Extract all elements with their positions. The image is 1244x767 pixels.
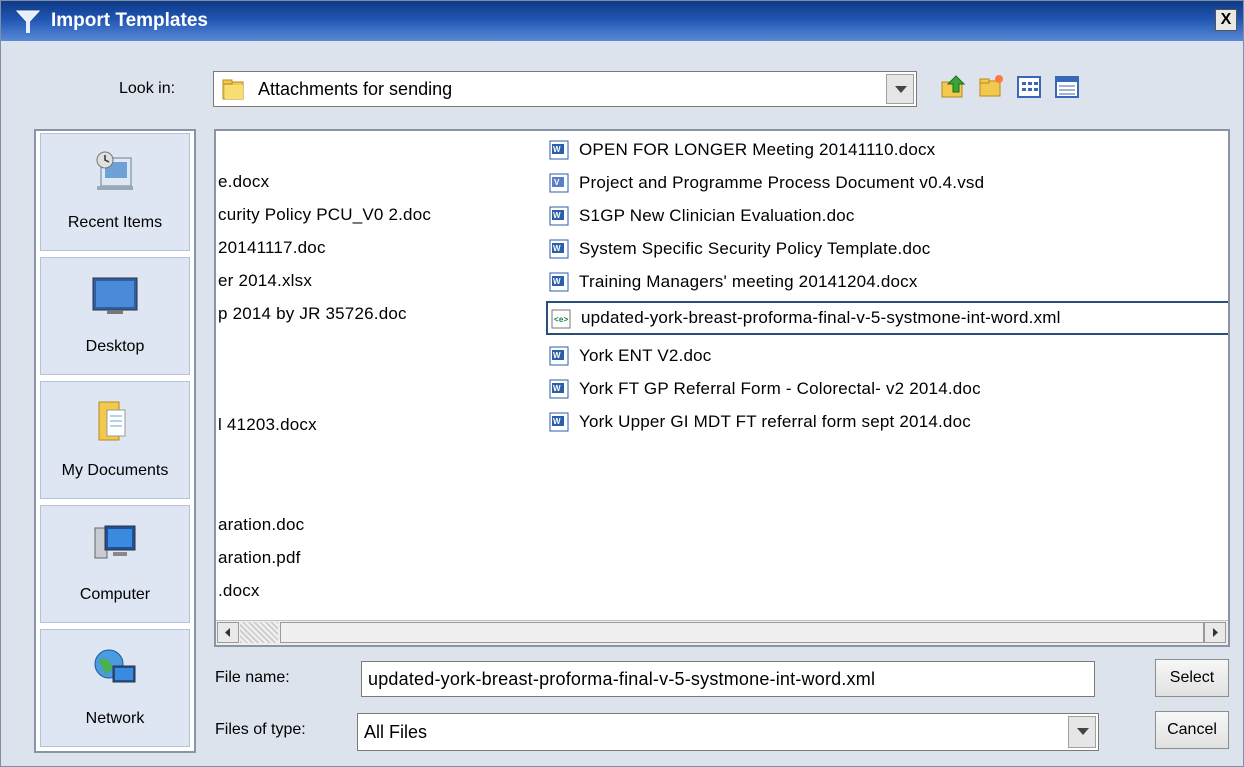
svg-text:W: W (553, 277, 561, 286)
horizontal-scrollbar[interactable] (216, 620, 1228, 645)
new-folder-button[interactable] (977, 72, 1007, 102)
my-documents-icon (98, 401, 126, 441)
svg-text:W: W (553, 145, 561, 154)
place-label: My Documents (61, 462, 169, 479)
file-name: Project and Programme Process Document v… (579, 173, 985, 192)
app-icon (15, 10, 41, 33)
file-name: p 2014 by JR 35726.doc (218, 304, 407, 323)
place-label: Recent Items (67, 214, 163, 231)
file-item[interactable]: l 41203.docx (218, 412, 317, 438)
file-name: curity Policy PCU_V0 2.doc (218, 205, 432, 224)
file-name: York FT GP Referral Form - Colorectal- v… (579, 379, 981, 398)
place-recent-items[interactable]: Recent Items (40, 133, 190, 251)
look-in-value: Attachments for sending (258, 79, 453, 99)
scroll-left-button[interactable] (217, 622, 239, 643)
svg-text:W: W (553, 384, 561, 393)
title-bar[interactable]: Import Templates X (1, 1, 1243, 41)
file-item[interactable]: er 2014.xlsx (218, 268, 312, 294)
details-view-button[interactable] (1053, 72, 1083, 102)
select-button[interactable]: Select (1155, 659, 1229, 697)
place-desktop[interactable]: Desktop (40, 257, 190, 375)
file-name: 20141117.doc (218, 238, 326, 257)
place-network[interactable]: Network (40, 629, 190, 747)
file-name: OPEN FOR LONGER Meeting 20141110.docx (579, 140, 936, 159)
file-item-selected[interactable]: <e> updated-york-breast-proforma-final-v… (546, 301, 1228, 335)
look-in-dropdown-button[interactable] (886, 74, 914, 104)
word-doc-icon: W (549, 239, 569, 259)
close-button[interactable]: X (1215, 9, 1237, 31)
list-view-icon (1017, 76, 1041, 98)
file-name: updated-york-breast-proforma-final-v-5-s… (581, 308, 1061, 327)
folder-icon (222, 79, 244, 100)
desktop-icon (92, 277, 138, 314)
svg-text:W: W (553, 351, 561, 360)
svg-text:V: V (554, 178, 560, 187)
file-item[interactable]: curity Policy PCU_V0 2.doc (218, 202, 431, 228)
file-name: Training Managers' meeting 20141204.docx (579, 272, 918, 291)
svg-text:W: W (553, 211, 561, 220)
arrow-right-icon (1213, 628, 1218, 637)
place-label: Desktop (85, 338, 145, 355)
scroll-thumb[interactable] (280, 622, 1204, 643)
file-list[interactable]: e.docx curity Policy PCU_V0 2.doc 201411… (214, 129, 1230, 647)
file-item[interactable]: p 2014 by JR 35726.doc (218, 301, 407, 327)
word-doc-icon: W (549, 206, 569, 226)
places-bar: Recent Items Desktop My Documents Comput… (34, 129, 196, 753)
file-item[interactable]: e.docx (218, 169, 269, 195)
file-name: .docx (218, 581, 260, 600)
cancel-button[interactable]: Cancel (1155, 711, 1229, 749)
recent-items-icon (96, 151, 133, 190)
files-of-type-label: Files of type: (215, 721, 306, 738)
list-view-button[interactable] (1015, 72, 1045, 102)
file-name: S1GP New Clinician Evaluation.doc (579, 206, 855, 225)
file-item[interactable]: aration.doc (218, 512, 304, 538)
network-icon (94, 649, 136, 683)
word-doc-icon: W (549, 346, 569, 366)
files-of-type-combo[interactable]: All Files (357, 713, 1099, 751)
new-folder-icon (979, 75, 1003, 97)
file-name: aration.pdf (218, 548, 301, 567)
file-item[interactable]: .docx (218, 578, 260, 604)
scroll-track[interactable] (240, 622, 278, 643)
file-item[interactable]: 20141117.doc (218, 235, 326, 261)
up-folder-button[interactable] (939, 72, 969, 102)
scroll-right-button[interactable] (1204, 622, 1226, 643)
file-name-input[interactable]: updated-york-breast-proforma-final-v-5-s… (361, 661, 1095, 697)
svg-text:<e>: <e> (554, 315, 569, 324)
visio-doc-icon: V (549, 173, 569, 193)
word-doc-icon: W (549, 379, 569, 399)
place-computer[interactable]: Computer (40, 505, 190, 623)
file-name: York ENT V2.doc (579, 346, 712, 365)
import-templates-dialog: Import Templates X Look in: Attachments … (0, 0, 1244, 767)
file-name: e.docx (218, 172, 270, 191)
arrow-left-icon (225, 628, 230, 637)
details-view-icon (1055, 76, 1079, 98)
xml-file-icon: <e> (551, 309, 571, 329)
word-doc-icon: W (549, 140, 569, 160)
files-of-type-value: All Files (364, 722, 428, 742)
svg-text:W: W (553, 244, 561, 253)
file-name: aration.doc (218, 515, 305, 534)
look-in-label: Look in: (119, 80, 176, 97)
files-of-type-dropdown-button[interactable] (1068, 716, 1096, 748)
place-my-documents[interactable]: My Documents (40, 381, 190, 499)
file-name: er 2014.xlsx (218, 271, 313, 290)
file-name-label: File name: (215, 669, 290, 686)
file-name: York Upper GI MDT FT referral form sept … (579, 412, 971, 431)
computer-icon (94, 525, 136, 559)
place-label: Network (85, 710, 145, 727)
up-folder-icon (941, 75, 966, 98)
word-doc-icon: W (549, 272, 569, 292)
word-doc-icon: W (549, 412, 569, 432)
dialog-title: Import Templates (51, 10, 208, 31)
place-label: Computer (79, 586, 151, 603)
file-name: System Specific Security Policy Template… (579, 239, 931, 258)
look-in-combo[interactable]: Attachments for sending (213, 71, 917, 107)
svg-text:W: W (553, 417, 561, 426)
file-name: l 41203.docx (218, 415, 317, 434)
file-item[interactable]: aration.pdf (218, 545, 301, 571)
